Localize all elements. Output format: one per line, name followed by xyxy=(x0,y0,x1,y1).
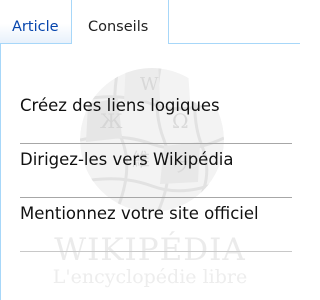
list-item: Mentionnez votre site officiel xyxy=(20,198,292,252)
wikipedia-tips-panel: Article Conseils Ж W Ω 維 ウ WIKIPÉDIA L'e… xyxy=(0,0,300,300)
tab-article-label: Article xyxy=(12,19,59,35)
tab-conseils-label: Conseils xyxy=(88,19,149,35)
tab-article[interactable]: Article xyxy=(0,0,71,44)
tab-bar: Article Conseils xyxy=(0,0,300,46)
list-item: Dirigez-les vers Wikipédia xyxy=(20,144,292,198)
list-item: Créez des liens logiques xyxy=(20,90,292,144)
tips-list: Créez des liens logiques Dirigez-les ver… xyxy=(20,90,292,252)
tab-conseils[interactable]: Conseils xyxy=(71,0,169,46)
